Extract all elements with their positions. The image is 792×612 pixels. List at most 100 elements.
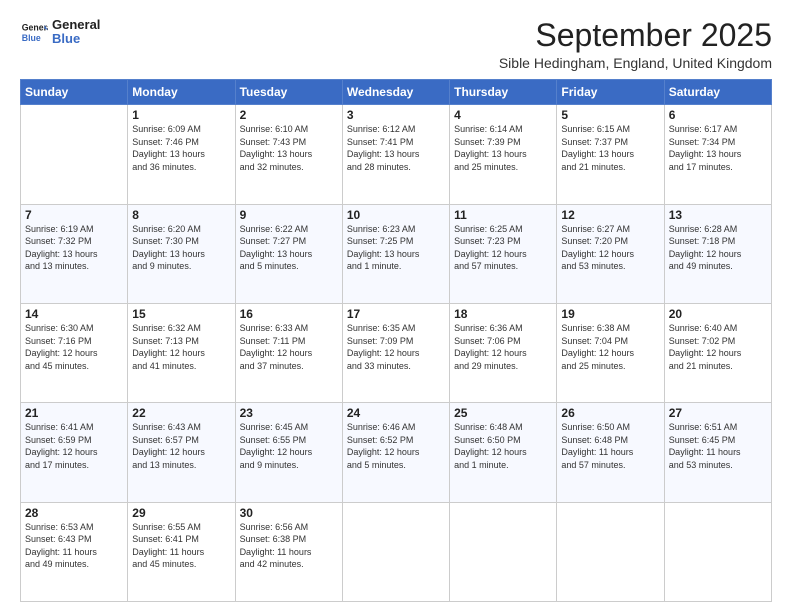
day-number: 9 <box>240 208 338 222</box>
calendar-cell: 23Sunrise: 6:45 AM Sunset: 6:55 PM Dayli… <box>235 403 342 502</box>
day-info: Sunrise: 6:53 AM Sunset: 6:43 PM Dayligh… <box>25 521 123 571</box>
calendar-cell: 21Sunrise: 6:41 AM Sunset: 6:59 PM Dayli… <box>21 403 128 502</box>
day-info: Sunrise: 6:20 AM Sunset: 7:30 PM Dayligh… <box>132 223 230 273</box>
day-info: Sunrise: 6:51 AM Sunset: 6:45 PM Dayligh… <box>669 421 767 471</box>
day-info: Sunrise: 6:41 AM Sunset: 6:59 PM Dayligh… <box>25 421 123 471</box>
day-info: Sunrise: 6:12 AM Sunset: 7:41 PM Dayligh… <box>347 123 445 173</box>
logo: General Blue General Blue <box>20 18 100 47</box>
day-number: 22 <box>132 406 230 420</box>
calendar-week-2: 7Sunrise: 6:19 AM Sunset: 7:32 PM Daylig… <box>21 204 772 303</box>
day-number: 1 <box>132 108 230 122</box>
day-number: 10 <box>347 208 445 222</box>
calendar-week-4: 21Sunrise: 6:41 AM Sunset: 6:59 PM Dayli… <box>21 403 772 502</box>
calendar-table: Sunday Monday Tuesday Wednesday Thursday… <box>20 79 772 602</box>
col-friday: Friday <box>557 80 664 105</box>
calendar-cell: 7Sunrise: 6:19 AM Sunset: 7:32 PM Daylig… <box>21 204 128 303</box>
calendar-cell: 9Sunrise: 6:22 AM Sunset: 7:27 PM Daylig… <box>235 204 342 303</box>
day-info: Sunrise: 6:38 AM Sunset: 7:04 PM Dayligh… <box>561 322 659 372</box>
calendar-cell: 22Sunrise: 6:43 AM Sunset: 6:57 PM Dayli… <box>128 403 235 502</box>
day-info: Sunrise: 6:28 AM Sunset: 7:18 PM Dayligh… <box>669 223 767 273</box>
day-number: 2 <box>240 108 338 122</box>
day-number: 8 <box>132 208 230 222</box>
calendar-cell: 11Sunrise: 6:25 AM Sunset: 7:23 PM Dayli… <box>450 204 557 303</box>
calendar-cell: 20Sunrise: 6:40 AM Sunset: 7:02 PM Dayli… <box>664 303 771 402</box>
calendar-cell <box>21 105 128 204</box>
logo-line2: Blue <box>52 32 100 46</box>
day-number: 5 <box>561 108 659 122</box>
day-info: Sunrise: 6:09 AM Sunset: 7:46 PM Dayligh… <box>132 123 230 173</box>
day-info: Sunrise: 6:50 AM Sunset: 6:48 PM Dayligh… <box>561 421 659 471</box>
day-number: 6 <box>669 108 767 122</box>
month-title: September 2025 <box>499 18 772 53</box>
day-info: Sunrise: 6:48 AM Sunset: 6:50 PM Dayligh… <box>454 421 552 471</box>
day-number: 7 <box>25 208 123 222</box>
calendar-cell: 28Sunrise: 6:53 AM Sunset: 6:43 PM Dayli… <box>21 502 128 601</box>
svg-text:Blue: Blue <box>22 33 41 43</box>
day-number: 24 <box>347 406 445 420</box>
day-info: Sunrise: 6:19 AM Sunset: 7:32 PM Dayligh… <box>25 223 123 273</box>
col-tuesday: Tuesday <box>235 80 342 105</box>
day-info: Sunrise: 6:27 AM Sunset: 7:20 PM Dayligh… <box>561 223 659 273</box>
day-number: 20 <box>669 307 767 321</box>
day-number: 27 <box>669 406 767 420</box>
calendar-week-3: 14Sunrise: 6:30 AM Sunset: 7:16 PM Dayli… <box>21 303 772 402</box>
day-info: Sunrise: 6:23 AM Sunset: 7:25 PM Dayligh… <box>347 223 445 273</box>
day-info: Sunrise: 6:32 AM Sunset: 7:13 PM Dayligh… <box>132 322 230 372</box>
day-number: 4 <box>454 108 552 122</box>
page: General Blue General Blue September 2025… <box>0 0 792 612</box>
calendar-week-1: 1Sunrise: 6:09 AM Sunset: 7:46 PM Daylig… <box>21 105 772 204</box>
day-number: 26 <box>561 406 659 420</box>
logo-icon: General Blue <box>20 18 48 46</box>
calendar-cell: 13Sunrise: 6:28 AM Sunset: 7:18 PM Dayli… <box>664 204 771 303</box>
day-number: 18 <box>454 307 552 321</box>
day-info: Sunrise: 6:30 AM Sunset: 7:16 PM Dayligh… <box>25 322 123 372</box>
calendar-cell: 12Sunrise: 6:27 AM Sunset: 7:20 PM Dayli… <box>557 204 664 303</box>
calendar-cell: 25Sunrise: 6:48 AM Sunset: 6:50 PM Dayli… <box>450 403 557 502</box>
calendar-cell: 26Sunrise: 6:50 AM Sunset: 6:48 PM Dayli… <box>557 403 664 502</box>
calendar-cell <box>342 502 449 601</box>
calendar-cell: 29Sunrise: 6:55 AM Sunset: 6:41 PM Dayli… <box>128 502 235 601</box>
calendar-cell: 17Sunrise: 6:35 AM Sunset: 7:09 PM Dayli… <box>342 303 449 402</box>
day-info: Sunrise: 6:40 AM Sunset: 7:02 PM Dayligh… <box>669 322 767 372</box>
col-sunday: Sunday <box>21 80 128 105</box>
day-info: Sunrise: 6:15 AM Sunset: 7:37 PM Dayligh… <box>561 123 659 173</box>
col-saturday: Saturday <box>664 80 771 105</box>
day-info: Sunrise: 6:10 AM Sunset: 7:43 PM Dayligh… <box>240 123 338 173</box>
calendar-week-5: 28Sunrise: 6:53 AM Sunset: 6:43 PM Dayli… <box>21 502 772 601</box>
day-number: 16 <box>240 307 338 321</box>
day-number: 28 <box>25 506 123 520</box>
day-info: Sunrise: 6:36 AM Sunset: 7:06 PM Dayligh… <box>454 322 552 372</box>
col-thursday: Thursday <box>450 80 557 105</box>
col-wednesday: Wednesday <box>342 80 449 105</box>
calendar-cell <box>450 502 557 601</box>
day-info: Sunrise: 6:35 AM Sunset: 7:09 PM Dayligh… <box>347 322 445 372</box>
day-number: 15 <box>132 307 230 321</box>
day-info: Sunrise: 6:25 AM Sunset: 7:23 PM Dayligh… <box>454 223 552 273</box>
day-info: Sunrise: 6:33 AM Sunset: 7:11 PM Dayligh… <box>240 322 338 372</box>
day-info: Sunrise: 6:45 AM Sunset: 6:55 PM Dayligh… <box>240 421 338 471</box>
calendar-cell: 18Sunrise: 6:36 AM Sunset: 7:06 PM Dayli… <box>450 303 557 402</box>
calendar-cell: 16Sunrise: 6:33 AM Sunset: 7:11 PM Dayli… <box>235 303 342 402</box>
day-number: 13 <box>669 208 767 222</box>
logo-line1: General <box>52 18 100 32</box>
day-number: 30 <box>240 506 338 520</box>
calendar-cell: 5Sunrise: 6:15 AM Sunset: 7:37 PM Daylig… <box>557 105 664 204</box>
day-number: 3 <box>347 108 445 122</box>
calendar-cell <box>664 502 771 601</box>
calendar-header-row: Sunday Monday Tuesday Wednesday Thursday… <box>21 80 772 105</box>
day-info: Sunrise: 6:46 AM Sunset: 6:52 PM Dayligh… <box>347 421 445 471</box>
calendar-cell: 8Sunrise: 6:20 AM Sunset: 7:30 PM Daylig… <box>128 204 235 303</box>
location: Sible Hedingham, England, United Kingdom <box>499 55 772 71</box>
calendar-cell: 10Sunrise: 6:23 AM Sunset: 7:25 PM Dayli… <box>342 204 449 303</box>
calendar-cell: 24Sunrise: 6:46 AM Sunset: 6:52 PM Dayli… <box>342 403 449 502</box>
title-block: September 2025 Sible Hedingham, England,… <box>499 18 772 71</box>
calendar-cell: 2Sunrise: 6:10 AM Sunset: 7:43 PM Daylig… <box>235 105 342 204</box>
header: General Blue General Blue September 2025… <box>20 18 772 71</box>
day-number: 19 <box>561 307 659 321</box>
calendar-cell: 30Sunrise: 6:56 AM Sunset: 6:38 PM Dayli… <box>235 502 342 601</box>
day-number: 12 <box>561 208 659 222</box>
day-info: Sunrise: 6:14 AM Sunset: 7:39 PM Dayligh… <box>454 123 552 173</box>
col-monday: Monday <box>128 80 235 105</box>
calendar-cell <box>557 502 664 601</box>
calendar-cell: 27Sunrise: 6:51 AM Sunset: 6:45 PM Dayli… <box>664 403 771 502</box>
